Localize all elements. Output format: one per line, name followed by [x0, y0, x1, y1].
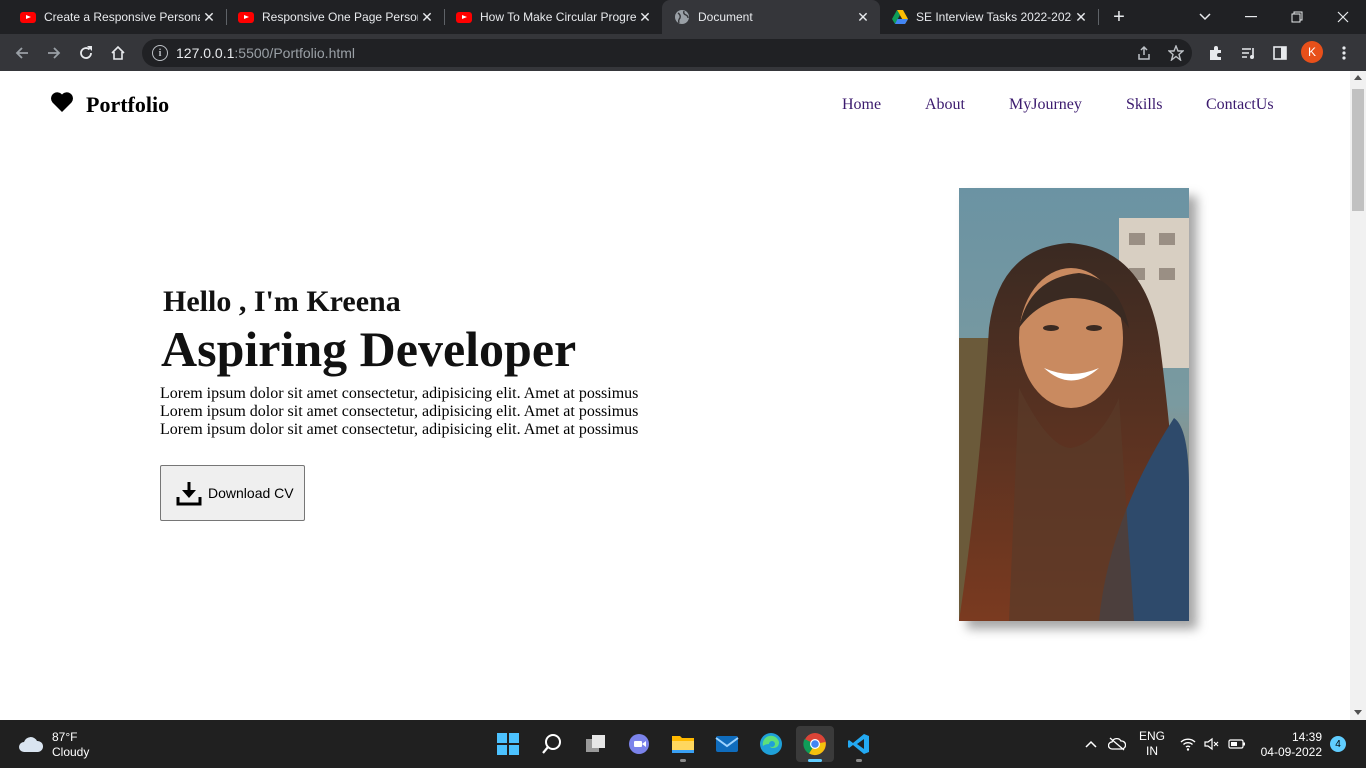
tab-title: Document — [698, 10, 753, 24]
profile-avatar[interactable]: K — [1301, 41, 1323, 63]
tab-title: Responsive One Page Person — [262, 10, 418, 24]
system-clock[interactable]: 14:39 04-09-2022 — [1254, 730, 1322, 760]
site-info-icon[interactable]: i — [152, 45, 168, 61]
url-path: :5500/Portfolio.html — [234, 45, 356, 61]
cloud-offline-icon[interactable] — [1108, 720, 1126, 768]
scroll-down-arrow-icon[interactable] — [1354, 710, 1362, 715]
forward-arrow-icon[interactable] — [40, 34, 68, 71]
close-tab-icon[interactable]: ✕ — [854, 9, 872, 26]
browser-toolbar: i 127.0.0.1:5500/Portfolio.html — [0, 34, 1366, 71]
nav-link-about[interactable]: About — [925, 96, 965, 114]
url-host: 127.0.0.1 — [176, 45, 235, 61]
greeting-heading: Hello , I'm Kreena — [163, 285, 401, 318]
extensions-puzzle-icon[interactable] — [1202, 34, 1230, 71]
headline-heading: Aspiring Developer — [161, 321, 577, 377]
browser-tab-0[interactable]: Create a Responsive Personal ✕ — [0, 0, 226, 34]
search-icon[interactable] — [533, 726, 571, 762]
nav-link-home[interactable]: Home — [842, 96, 881, 114]
menu-kebab-icon[interactable] — [1330, 34, 1358, 71]
youtube-icon — [238, 9, 254, 25]
tab-title: Create a Responsive Personal — [44, 10, 200, 24]
share-icon[interactable] — [1130, 34, 1158, 71]
region-code: IN — [1146, 744, 1158, 758]
scrollbar-thumb[interactable] — [1352, 89, 1364, 211]
download-cv-button[interactable]: Download CV — [160, 465, 305, 521]
start-button[interactable] — [489, 726, 527, 762]
web-page: Portfolio Home About MyJourney Skills Co… — [0, 71, 1350, 720]
page-scrollbar[interactable] — [1350, 71, 1366, 720]
nav-link-skills[interactable]: Skills — [1126, 96, 1162, 114]
heart-icon — [50, 91, 74, 119]
paragraph-line: Lorem ipsum dolor sit amet consectetur, … — [160, 385, 639, 402]
wifi-icon[interactable] — [1180, 720, 1196, 768]
site-logo[interactable]: Portfolio — [50, 91, 169, 119]
logo-text: Portfolio — [86, 92, 170, 117]
download-cv-label: Download CV — [208, 485, 294, 501]
language-indicator[interactable]: ENG IN — [1139, 720, 1165, 768]
youtube-icon — [456, 9, 472, 25]
address-bar[interactable]: i 127.0.0.1:5500/Portfolio.html — [142, 39, 1192, 67]
task-view-icon[interactable] — [577, 726, 615, 762]
edge-browser-icon[interactable] — [752, 726, 790, 762]
bookmark-star-icon[interactable] — [1162, 34, 1190, 71]
chrome-icon[interactable] — [796, 726, 834, 762]
show-hidden-icons-chevron-icon[interactable] — [1084, 720, 1098, 768]
teams-chat-icon[interactable] — [620, 726, 658, 762]
language-code: ENG — [1139, 729, 1166, 743]
restore-button[interactable] — [1274, 0, 1320, 34]
close-tab-icon[interactable]: ✕ — [1072, 9, 1090, 26]
weather-widget[interactable]: 87°F Cloudy — [18, 730, 89, 760]
windows-taskbar: 87°F Cloudy ENG IN 14:39 04-09-2022 — [0, 720, 1366, 768]
google-drive-icon — [892, 9, 908, 25]
tab-title: How To Make Circular Progre — [480, 10, 636, 24]
volume-muted-icon[interactable] — [1204, 720, 1220, 768]
close-tab-icon[interactable]: ✕ — [200, 9, 218, 26]
scroll-up-arrow-icon[interactable] — [1354, 75, 1362, 80]
notification-badge[interactable]: 4 — [1330, 736, 1346, 752]
home-icon[interactable] — [104, 34, 132, 71]
browser-tab-3-active[interactable]: Document ✕ — [662, 0, 880, 34]
tab-title: SE Interview Tasks 2022-2023 — [916, 10, 1072, 24]
side-panel-icon[interactable] — [1266, 34, 1294, 71]
nav-link-contactus[interactable]: ContactUs — [1206, 96, 1274, 114]
nav-link-myjourney[interactable]: MyJourney — [1009, 96, 1082, 114]
battery-icon[interactable] — [1228, 720, 1246, 768]
browser-tab-bar: Create a Responsive Personal ✕ Responsiv… — [0, 0, 1366, 34]
file-explorer-icon[interactable] — [664, 726, 702, 762]
vscode-icon[interactable] — [840, 726, 878, 762]
paragraph-line: Lorem ipsum dolor sit amet consectetur, … — [160, 421, 639, 438]
browser-tab-1[interactable]: Responsive One Page Person ✕ — [226, 0, 444, 34]
intro-paragraph: Lorem ipsum dolor sit amet consectetur, … — [160, 385, 680, 439]
youtube-icon — [20, 9, 36, 25]
close-window-button[interactable] — [1320, 0, 1366, 34]
clock-time: 14:39 — [1291, 730, 1322, 744]
close-tab-icon[interactable]: ✕ — [418, 9, 436, 26]
tab-search-chevron-icon[interactable] — [1182, 0, 1228, 34]
paragraph-line: Lorem ipsum dolor sit amet consectetur, … — [160, 403, 639, 420]
weather-temperature: 87°F — [52, 730, 78, 744]
clock-date: 04-09-2022 — [1260, 745, 1322, 759]
globe-icon — [674, 9, 690, 25]
mail-icon[interactable] — [708, 726, 746, 762]
new-tab-button[interactable]: + — [1096, 0, 1142, 34]
browser-tab-2[interactable]: How To Make Circular Progre ✕ — [444, 0, 662, 34]
browser-tab-4[interactable]: SE Interview Tasks 2022-2023 ✕ — [880, 0, 1098, 34]
weather-condition: Cloudy — [52, 745, 90, 759]
back-arrow-icon[interactable] — [8, 34, 36, 71]
download-icon — [176, 480, 202, 506]
reload-icon[interactable] — [72, 34, 100, 71]
close-tab-icon[interactable]: ✕ — [636, 9, 654, 26]
cloud-icon — [18, 735, 44, 756]
minimize-button[interactable] — [1228, 0, 1274, 34]
reading-list-icon[interactable] — [1234, 34, 1262, 71]
profile-photo — [959, 188, 1189, 621]
